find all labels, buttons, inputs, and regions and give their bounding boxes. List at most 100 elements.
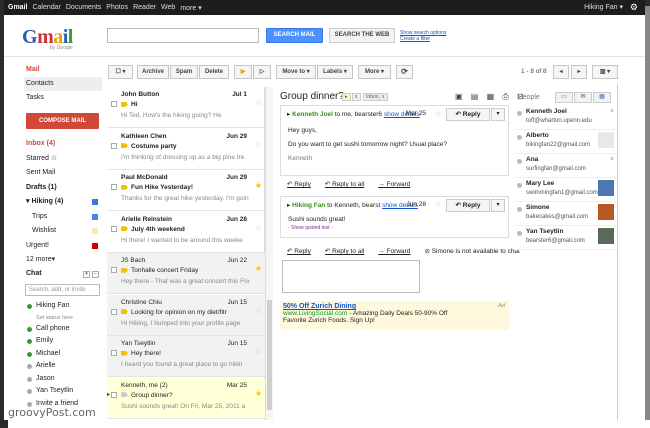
reply-all-link[interactable]: ↶ Reply to all xyxy=(325,248,364,255)
label-remove-icon[interactable]: ▸ xyxy=(342,93,351,101)
select-all-checkbox[interactable]: ☐ ▾ xyxy=(108,65,133,79)
mark-not-important-icon[interactable]: ▷ xyxy=(253,65,271,79)
person-item[interactable]: Alberto bikingfan22@gmail.com xyxy=(514,130,618,154)
more-actions-button[interactable]: More ▾ xyxy=(358,65,391,79)
nav-contacts[interactable]: Contacts xyxy=(24,77,102,91)
refresh-icon[interactable]: ⟳ xyxy=(396,65,413,79)
label-color-swatch[interactable] xyxy=(92,213,98,220)
importance-marker-icon[interactable] xyxy=(121,350,128,356)
person-item[interactable]: Mary Lee swimmingfan1@gmail.com xyxy=(514,178,618,202)
chat-contact[interactable]: Call phone xyxy=(24,323,102,336)
message-row[interactable]: Arielle Reinstein Jun 28 ☆ July 4th weekend… xyxy=(107,212,265,253)
importance-marker-icon[interactable] xyxy=(121,226,128,232)
message-row[interactable]: Kathleen Chen Jun 29 ☆ Costume party I'm thi… xyxy=(107,129,265,170)
row-checkbox[interactable] xyxy=(111,225,117,232)
topbar-link-gmail[interactable]: Gmail xyxy=(8,4,27,11)
star-icon[interactable]: ☆ xyxy=(255,140,262,149)
nav-mail[interactable]: Mail xyxy=(24,63,102,77)
chat-bubble-icon[interactable]: ▭ xyxy=(555,92,573,103)
person-item[interactable]: Yan Tseytlin bearster6@gmail.com xyxy=(514,226,618,250)
reply-more-dropdown[interactable]: ▾ xyxy=(491,108,505,121)
reply-button[interactable]: ↶ Reply xyxy=(446,199,490,212)
search-input[interactable] xyxy=(107,28,259,43)
topbar-link-more[interactable]: more ▾ xyxy=(180,4,201,12)
next-page-icon[interactable]: ▸ xyxy=(571,65,587,79)
star-icon[interactable]: ☆ xyxy=(435,109,442,118)
star-icon[interactable]: ★ xyxy=(255,264,262,273)
importance-marker-icon[interactable] xyxy=(121,184,128,190)
close-icon[interactable]: × xyxy=(598,156,614,172)
topbar-link-documents[interactable]: Documents xyxy=(66,4,101,11)
calendar-icon[interactable]: ▦ xyxy=(593,92,611,103)
folder-item[interactable]: Sent Mail xyxy=(24,166,102,181)
folder-item[interactable]: Urgent! xyxy=(24,239,102,254)
row-checkbox[interactable] xyxy=(111,308,117,315)
star-icon[interactable]: ☆ xyxy=(255,98,262,107)
star-icon[interactable]: ☆ xyxy=(255,347,262,356)
label-color-swatch[interactable] xyxy=(92,199,98,205)
chat-contact[interactable]: Arielle xyxy=(24,360,102,373)
chat-contact[interactable]: Emily xyxy=(24,335,102,348)
mark-important-icon[interactable]: ▶ xyxy=(234,65,252,79)
star-icon[interactable]: ★ xyxy=(255,389,262,398)
label-close-x[interactable]: x xyxy=(352,93,361,101)
sponsored-ad[interactable]: 50% Off Zurich Dining www.LivingSocial.c… xyxy=(280,301,509,330)
chat-search-input[interactable]: Search, add, or invite xyxy=(25,284,100,296)
message-list-scroll-thumb[interactable] xyxy=(267,300,272,410)
quick-reply-textarea[interactable] xyxy=(282,260,420,293)
label-color-swatch[interactable] xyxy=(92,242,98,249)
message-row[interactable]: JS Bach Jun 22 ★ Tonhalle concert Friday Hey… xyxy=(107,253,265,294)
importance-marker-icon[interactable] xyxy=(121,267,128,273)
chat-self[interactable]: Hiking Fan xyxy=(24,300,102,313)
reply-more-dropdown[interactable]: ▾ xyxy=(491,199,505,212)
star-icon[interactable]: ☆ xyxy=(255,306,262,315)
chat-options-icon[interactable]: ▾ xyxy=(83,271,90,278)
folder-item[interactable]: Wishlist xyxy=(24,224,102,239)
reply-all-link[interactable]: ↶ Reply to all xyxy=(325,181,364,188)
topbar-link-photos[interactable]: Photos xyxy=(106,4,128,11)
reply-link[interactable]: ↶ Reply xyxy=(287,248,311,255)
folder-item[interactable]: Inbox (4) xyxy=(24,137,102,152)
label-color-swatch[interactable] xyxy=(92,228,98,234)
search-mail-button[interactable]: SEARCH MAIL xyxy=(266,28,323,43)
nav-tasks[interactable]: Tasks xyxy=(24,91,102,105)
person-item[interactable]: Ana surfingfan@gmail.com × xyxy=(514,154,618,178)
chat-status-input[interactable]: Set status here xyxy=(24,313,102,323)
folder-item[interactable]: Starred ☆ xyxy=(24,152,102,167)
inbox-label-remove[interactable]: x xyxy=(379,93,388,101)
folder-item[interactable]: 12 more▾ xyxy=(24,253,102,268)
row-checkbox[interactable] xyxy=(111,101,117,107)
person-item[interactable]: Simone bakecakes@gmail.com xyxy=(514,202,618,226)
archive-button[interactable]: Archive xyxy=(137,65,169,79)
close-icon[interactable]: × xyxy=(598,108,614,124)
chat-contact[interactable]: Yan Tseytlin xyxy=(24,385,102,398)
folder-item[interactable]: Trips xyxy=(24,210,102,225)
account-menu[interactable]: Hiking Fan ▾ xyxy=(584,3,623,11)
row-checkbox[interactable] xyxy=(111,184,117,190)
chat-contact[interactable]: Michael xyxy=(24,348,102,361)
person-item[interactable]: Kenneth Joel toff@wharton.upenn.edu × xyxy=(514,106,618,130)
row-checkbox[interactable] xyxy=(111,391,117,398)
view-options-icon[interactable]: ▥ ▾ xyxy=(592,65,618,79)
chat-contact[interactable]: Jason xyxy=(24,373,102,386)
importance-marker-icon[interactable] xyxy=(121,392,128,398)
folder-item[interactable]: Drafts (1) xyxy=(24,181,102,196)
message-row[interactable]: Paul McDonald Jun 29 ★ Fun Hike Yesterday! T… xyxy=(107,170,265,211)
delete-button[interactable]: Delete xyxy=(199,65,229,79)
conversation-action-icons[interactable]: ▣ ▤ ▦ ⎙ ⊡ xyxy=(455,92,527,102)
forward-link[interactable]: → Forward xyxy=(378,248,410,255)
importance-marker-icon[interactable] xyxy=(121,143,128,149)
message-row[interactable]: Christine Chiu Jun 15 ☆ Looking for opinion… xyxy=(107,294,265,336)
row-checkbox[interactable] xyxy=(111,267,117,273)
topbar-link-reader[interactable]: Reader xyxy=(133,4,156,11)
forward-link[interactable]: → Forward xyxy=(378,181,410,188)
importance-marker-icon[interactable] xyxy=(121,309,128,315)
labels-button[interactable]: Labels ▾ xyxy=(317,65,353,79)
row-checkbox[interactable] xyxy=(111,142,117,149)
folder-item[interactable]: ▾ Hiking (4) xyxy=(24,195,102,210)
move-to-button[interactable]: Move to ▾ xyxy=(276,65,316,79)
spam-button[interactable]: Spam xyxy=(170,65,198,79)
star-icon[interactable]: ☆ xyxy=(255,223,262,232)
show-quoted-text-link[interactable]: - Show quoted text - xyxy=(288,224,345,232)
message-row[interactable]: John Button Jul 1 ☆ Hi Hi Ted, How's the hik… xyxy=(107,87,265,128)
